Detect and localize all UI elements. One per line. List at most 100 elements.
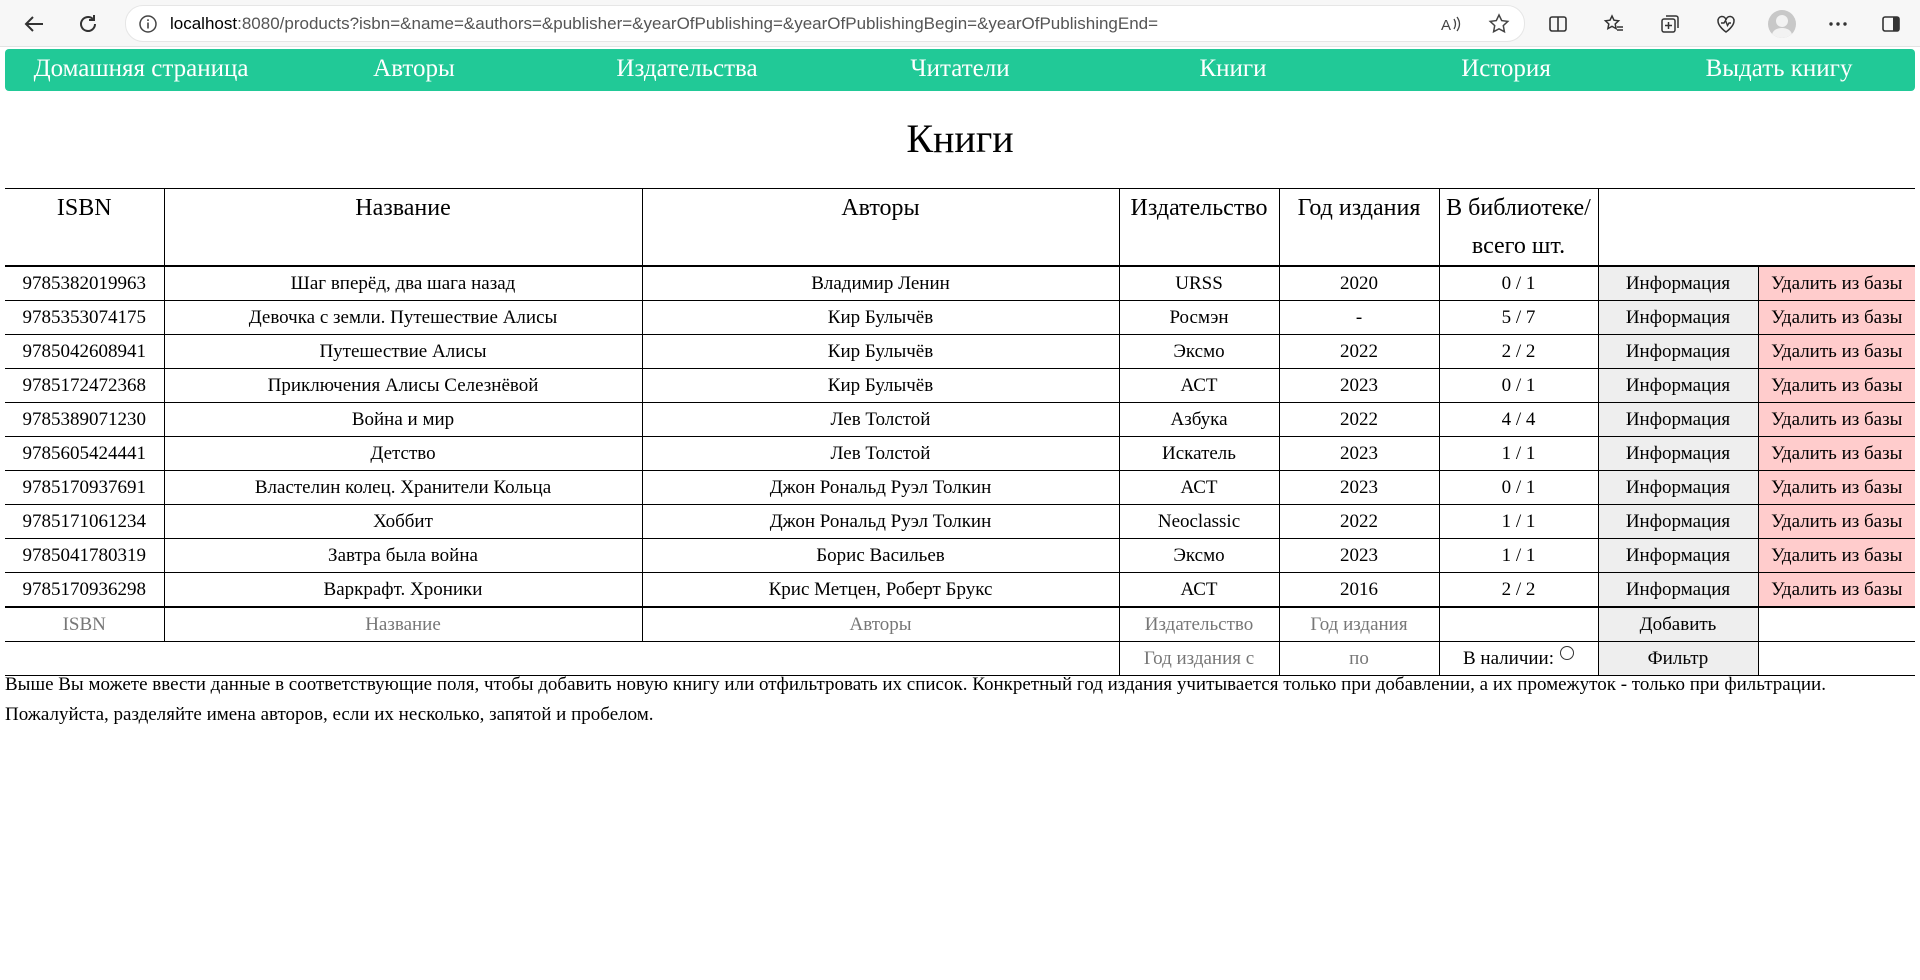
nav-issue-book[interactable]: Выдать книгу [1706,55,1853,83]
add-button[interactable]: Добавить [1599,608,1758,641]
nav-readers[interactable]: Читатели [910,55,1009,83]
nav-publishers[interactable]: Издательства [616,55,757,83]
address-bar[interactable]: localhost:8080/products?isbn=&name=&auth… [125,5,1525,42]
read-aloud-icon[interactable]: A [1440,13,1462,40]
info-cell: Информация [1597,436,1758,471]
nav-books[interactable]: Книги [1199,55,1266,83]
header-stock-line2: всего шт. [1471,233,1566,259]
url-path: :8080/products?isbn=&name=&authors=&publ… [237,13,1159,33]
cell-publisher: Neoclassic [1118,504,1279,539]
table-row: 9785353074175 Девочка с земли. Путешеств… [5,300,1915,335]
table-row: 9785170937691 Властелин колец. Хранители… [5,470,1915,505]
header-publisher: Издательство [1118,188,1279,267]
isbn-input[interactable] [5,608,164,641]
delete-cell: Удалить из базы [1757,538,1915,573]
cell-isbn: 9785170936298 [5,572,164,608]
nav-authors[interactable]: Авторы [373,55,455,83]
delete-button[interactable]: Удалить из базы [1759,573,1915,606]
cell-authors: Лев Толстой [641,402,1119,437]
add-cell: Добавить [1597,607,1758,642]
header-actions [1597,188,1915,267]
publisher-cell [1118,607,1279,642]
delete-button[interactable]: Удалить из базы [1759,267,1915,300]
info-button[interactable]: Информация [1599,335,1758,368]
year-input[interactable] [1280,608,1439,641]
cell-authors: Владимир Ленин [641,266,1119,301]
url-host: localhost [170,13,238,33]
info-button[interactable]: Информация [1599,267,1758,300]
info-button[interactable]: Информация [1599,471,1758,504]
info-cell: Информация [1597,572,1758,608]
cell-year: - [1278,300,1439,335]
delete-button[interactable]: Удалить из базы [1759,505,1915,538]
cell-stock: 0 / 1 [1438,470,1598,505]
favorite-star-icon[interactable] [1488,13,1510,40]
favorites-icon[interactable] [1598,8,1630,40]
delete-button[interactable]: Удалить из базы [1759,403,1915,436]
profile-avatar-icon[interactable] [1768,10,1796,38]
header-year: Год издания [1278,188,1439,267]
info-button[interactable]: Информация [1599,301,1758,334]
nav-home[interactable]: Домашняя страница [34,55,249,83]
delete-button[interactable]: Удалить из базы [1759,335,1915,368]
browser-essentials-icon[interactable] [1710,8,1742,40]
svg-text:A: A [1441,17,1451,34]
publisher-input[interactable] [1120,608,1279,641]
delete-button[interactable]: Удалить из базы [1759,437,1915,470]
cell-year: 2022 [1278,402,1439,437]
cell-stock: 0 / 1 [1438,266,1598,301]
header-name: Название [163,188,642,267]
delete-cell: Удалить из базы [1757,402,1915,437]
delete-button[interactable]: Удалить из базы [1759,539,1915,572]
cell-publisher: АСТ [1118,470,1279,505]
info-button[interactable]: Информация [1599,403,1758,436]
info-button[interactable]: Информация [1599,539,1758,572]
delete-cell: Удалить из базы [1757,266,1915,301]
delete-button[interactable]: Удалить из базы [1759,369,1915,402]
delete-button[interactable]: Удалить из базы [1759,471,1915,504]
info-button[interactable]: Информация [1599,573,1758,606]
info-button[interactable]: Информация [1599,369,1758,402]
info-button[interactable]: Информация [1599,505,1758,538]
table-row: 9785382019963 Шаг вперёд, два шага назад… [5,266,1915,301]
cell-name: Девочка с земли. Путешествие Алисы [163,300,642,335]
cell-authors: Кир Булычёв [641,368,1119,403]
cell-stock: 2 / 2 [1438,334,1598,369]
more-menu-icon[interactable] [1822,8,1854,40]
cell-year: 2023 [1278,538,1439,573]
cell-isbn: 9785382019963 [5,266,164,301]
split-screen-icon[interactable] [1542,8,1574,40]
delete-button[interactable]: Удалить из базы [1759,301,1915,334]
delete-cell: Удалить из базы [1757,300,1915,335]
info-cell: Информация [1597,538,1758,573]
cell-authors: Борис Васильев [641,538,1119,573]
delete-cell: Удалить из базы [1757,334,1915,369]
nav-history[interactable]: История [1461,55,1551,83]
sidebar-toggle-icon[interactable] [1875,8,1907,40]
delete-cell: Удалить из базы [1757,368,1915,403]
collections-icon[interactable] [1654,8,1686,40]
table-row: 9785171061234 Хоббит Джон Рональд Руэл Т… [5,504,1915,539]
page-content: Домашняя страница Авторы Издательства Чи… [5,47,1917,980]
info-cell: Информация [1597,300,1758,335]
name-cell [163,607,642,642]
back-icon[interactable] [18,8,50,40]
table-row: 9785605424441 Детство Лев Толстой Искате… [5,436,1915,471]
cell-year: 2023 [1278,436,1439,471]
browser-toolbar: localhost:8080/products?isbn=&name=&auth… [0,0,1920,47]
cell-publisher: АСТ [1118,572,1279,608]
cell-year: 2020 [1278,266,1439,301]
table-row: 9785172472368 Приключения Алисы Селезнёв… [5,368,1915,403]
year-cell [1278,607,1439,642]
authors-input[interactable] [643,608,1119,641]
availability-radio[interactable] [1560,645,1574,660]
info-icon[interactable] [126,14,170,34]
reload-icon[interactable] [72,8,104,40]
name-input[interactable] [165,608,642,641]
info-button[interactable]: Информация [1599,437,1758,470]
cell-isbn: 9785042608941 [5,334,164,369]
cell-name: Приключения Алисы Селезнёвой [163,368,642,403]
cell-year: 2022 [1278,504,1439,539]
authors-cell [641,607,1119,642]
cell-publisher: Искатель [1118,436,1279,471]
